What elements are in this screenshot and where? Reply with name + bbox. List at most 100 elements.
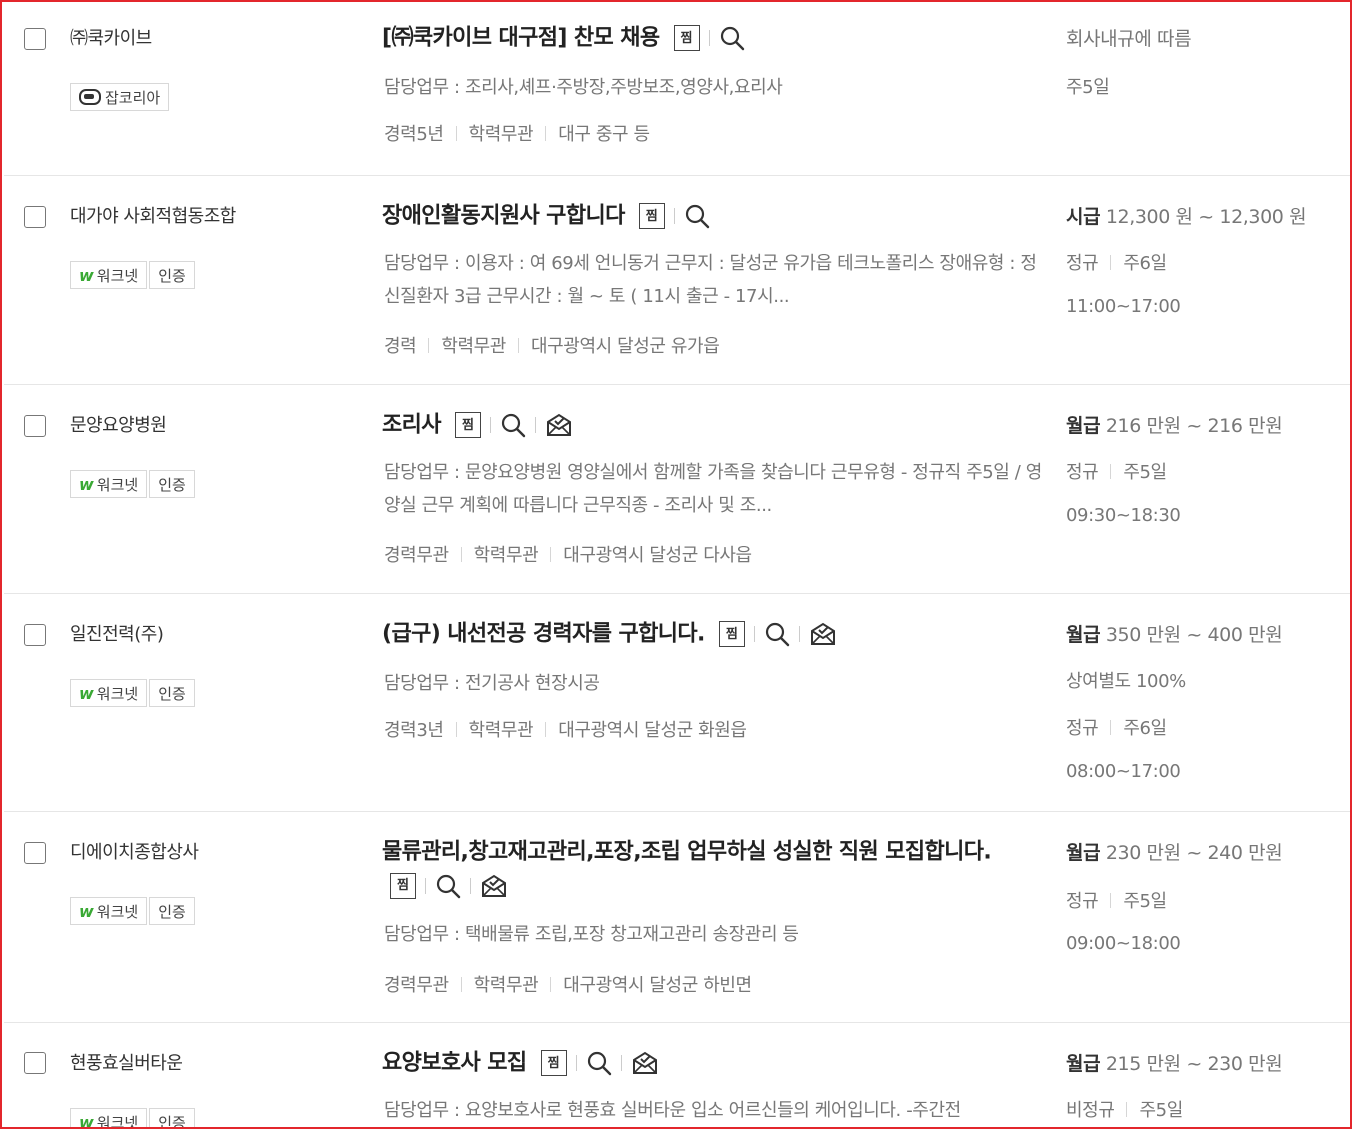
- company-name[interactable]: 현풍효실버타운: [70, 1049, 183, 1075]
- action-divider: [673, 208, 675, 224]
- salary-type: 월급: [1066, 842, 1101, 864]
- job-duty: 담당업무 : 전기공사 현장시공: [384, 673, 600, 694]
- employment-type: 정규: [1066, 891, 1099, 912]
- career: 경력무관: [384, 545, 449, 566]
- job-title-link[interactable]: 조리사: [382, 413, 442, 438]
- select-checkbox[interactable]: [24, 1052, 46, 1074]
- work-hours: 09:00~18:00: [1066, 933, 1181, 954]
- location: 대구광역시 달성군 하빈면: [563, 975, 752, 996]
- salary-value: 216 만원 ~ 216 만원: [1105, 415, 1283, 437]
- certified-badge: 인증: [149, 1108, 195, 1127]
- apply-mail-icon[interactable]: [809, 621, 837, 647]
- bookmark-button[interactable]: 찜: [540, 1050, 567, 1076]
- source-badges: w 워크넷 인증: [70, 470, 195, 498]
- meta-divider: [1110, 893, 1112, 908]
- salary-value: 215 만원 ~ 230 만원: [1105, 1053, 1283, 1075]
- title-actions: 찜: [638, 203, 710, 229]
- salary: 시급 12,300 원 ~ 12,300 원: [1066, 202, 1307, 229]
- select-checkbox[interactable]: [24, 842, 46, 864]
- job-meta: 경력무관 학력무관 대구광역시 달성군 다사읍: [384, 541, 752, 567]
- company-name[interactable]: 대가야 사회적협동조합: [70, 202, 236, 228]
- job-duty: 담당업무 : 문양요양병원 영양실에서 함께할 가족을 찾습니다 근무유형 - …: [384, 462, 1042, 516]
- job-duty: 담당업무 : 조리사,셰프·주방장,주방보조,영양사,요리사: [384, 77, 783, 98]
- title-actions: 찜: [718, 621, 837, 647]
- bookmark-button[interactable]: 찜: [673, 25, 700, 51]
- job-row: ㈜쿡카이브 잡코리아 [㈜쿡카이브 대구점] 찬모 채용 찜 담당업무 : 조리사…: [4, 2, 1350, 176]
- job-duty: 담당업무 : 택배물류 조립,포장 창고재고관리 송장관리 등: [384, 924, 799, 945]
- apply-mail-icon[interactable]: [631, 1050, 659, 1076]
- job-title-link[interactable]: (급구) 내선전공 경력자를 구합니다.: [382, 622, 705, 647]
- meta-divider: [460, 547, 462, 562]
- select-checkbox[interactable]: [24, 415, 46, 437]
- bookmark-button[interactable]: 찜: [454, 412, 481, 438]
- certified-badge: 인증: [149, 679, 195, 707]
- source-badge: w 워크넷: [70, 470, 148, 498]
- search-icon[interactable]: [719, 25, 745, 51]
- action-divider: [620, 1055, 622, 1071]
- location: 대구광역시 달성군 유가읍: [530, 336, 720, 357]
- certified-badge: 인증: [149, 261, 195, 289]
- bookmark-button[interactable]: 찜: [390, 872, 416, 899]
- employment-type: 정규: [1066, 253, 1099, 274]
- employment-type: 비정규: [1066, 1100, 1115, 1121]
- company-name[interactable]: 문양요양병원: [70, 411, 167, 437]
- job-title: [㈜쿡카이브 대구점] 찬모 채용 찜: [382, 21, 1062, 55]
- action-divider: [489, 417, 491, 433]
- job-meta: 경력무관 학력무관 대구광역시 달성군 하빈면: [384, 971, 752, 997]
- worknet-logo-icon: w: [79, 1112, 94, 1129]
- location: 대구광역시 달성군 화원읍: [558, 720, 747, 741]
- select-checkbox[interactable]: [24, 624, 46, 646]
- meta-divider: [1126, 1102, 1128, 1117]
- education: 학력무관: [473, 545, 539, 566]
- job-title-link[interactable]: [㈜쿡카이브 대구점] 찬모 채용: [382, 26, 660, 51]
- apply-mail-icon[interactable]: [480, 873, 508, 899]
- bookmark-button[interactable]: 찜: [718, 621, 745, 647]
- employment-terms: 정규 주5일: [1066, 458, 1167, 484]
- employment-terms: 정규 주6일: [1066, 249, 1167, 275]
- source-badge: 잡코리아: [70, 83, 170, 111]
- location: 대구광역시 달성군 다사읍: [563, 545, 752, 566]
- company-name[interactable]: ㈜쿡카이브: [70, 24, 152, 50]
- work-hours: 08:00~17:00: [1066, 761, 1181, 782]
- source-badges: w 워크넷 인증: [70, 261, 195, 289]
- education: 학력무관: [468, 720, 534, 741]
- title-actions: 찜: [673, 25, 745, 51]
- job-title-link[interactable]: 요양보호사 모집: [382, 1051, 527, 1076]
- meta-divider: [428, 338, 430, 353]
- source-badge: w 워크넷: [70, 897, 148, 925]
- career: 경력3년: [384, 720, 444, 741]
- bookmark-button[interactable]: 찜: [638, 203, 665, 229]
- job-title-link[interactable]: 물류관리,창고재고관리,포장,조립 업무하실 성실한 직원 모집합니다.: [382, 840, 992, 865]
- search-icon[interactable]: [500, 412, 526, 438]
- employment-terms: 정규 주5일: [1066, 887, 1167, 913]
- apply-mail-icon[interactable]: [545, 412, 573, 438]
- meta-divider: [460, 977, 462, 992]
- bonus-info: 상여별도 100%: [1066, 671, 1186, 692]
- action-divider: [425, 877, 426, 894]
- salary-value: 12,300 원 ~ 12,300 원: [1105, 206, 1307, 228]
- work-days: 주5일: [1139, 1100, 1183, 1121]
- meta-divider: [1110, 255, 1112, 270]
- search-icon[interactable]: [684, 203, 710, 229]
- search-icon[interactable]: [764, 621, 790, 647]
- job-meta: 경력5년 학력무관 대구 중구 등: [384, 120, 650, 146]
- select-checkbox[interactable]: [24, 206, 46, 228]
- company-name[interactable]: 일진전력(주): [70, 620, 164, 646]
- worknet-logo-icon: w: [79, 265, 94, 285]
- meta-divider: [1110, 464, 1112, 479]
- meta-divider: [545, 126, 547, 141]
- source-badges: w 워크넷 인증: [70, 897, 195, 925]
- job-meta: 경력3년 학력무관 대구광역시 달성군 화원읍: [384, 716, 747, 742]
- select-checkbox[interactable]: [24, 28, 46, 50]
- company-name[interactable]: 디에이치종합상사: [70, 838, 199, 864]
- employment-type: 정규: [1066, 718, 1099, 739]
- search-icon[interactable]: [586, 1050, 612, 1076]
- job-duty: 담당업무 : 요양보호사로 현풍효 실버타운 입소 어르신들의 케어입니다. -…: [384, 1100, 961, 1121]
- work-days: 주5일: [1123, 462, 1167, 483]
- source-badges: w 워크넷 인증: [70, 1108, 195, 1129]
- job-title: 조리사 찜: [382, 408, 1062, 442]
- search-icon[interactable]: [435, 873, 461, 899]
- job-title-link[interactable]: 장애인활동지원사 구합니다: [382, 204, 625, 229]
- meta-divider: [517, 338, 519, 353]
- action-divider: [708, 30, 710, 46]
